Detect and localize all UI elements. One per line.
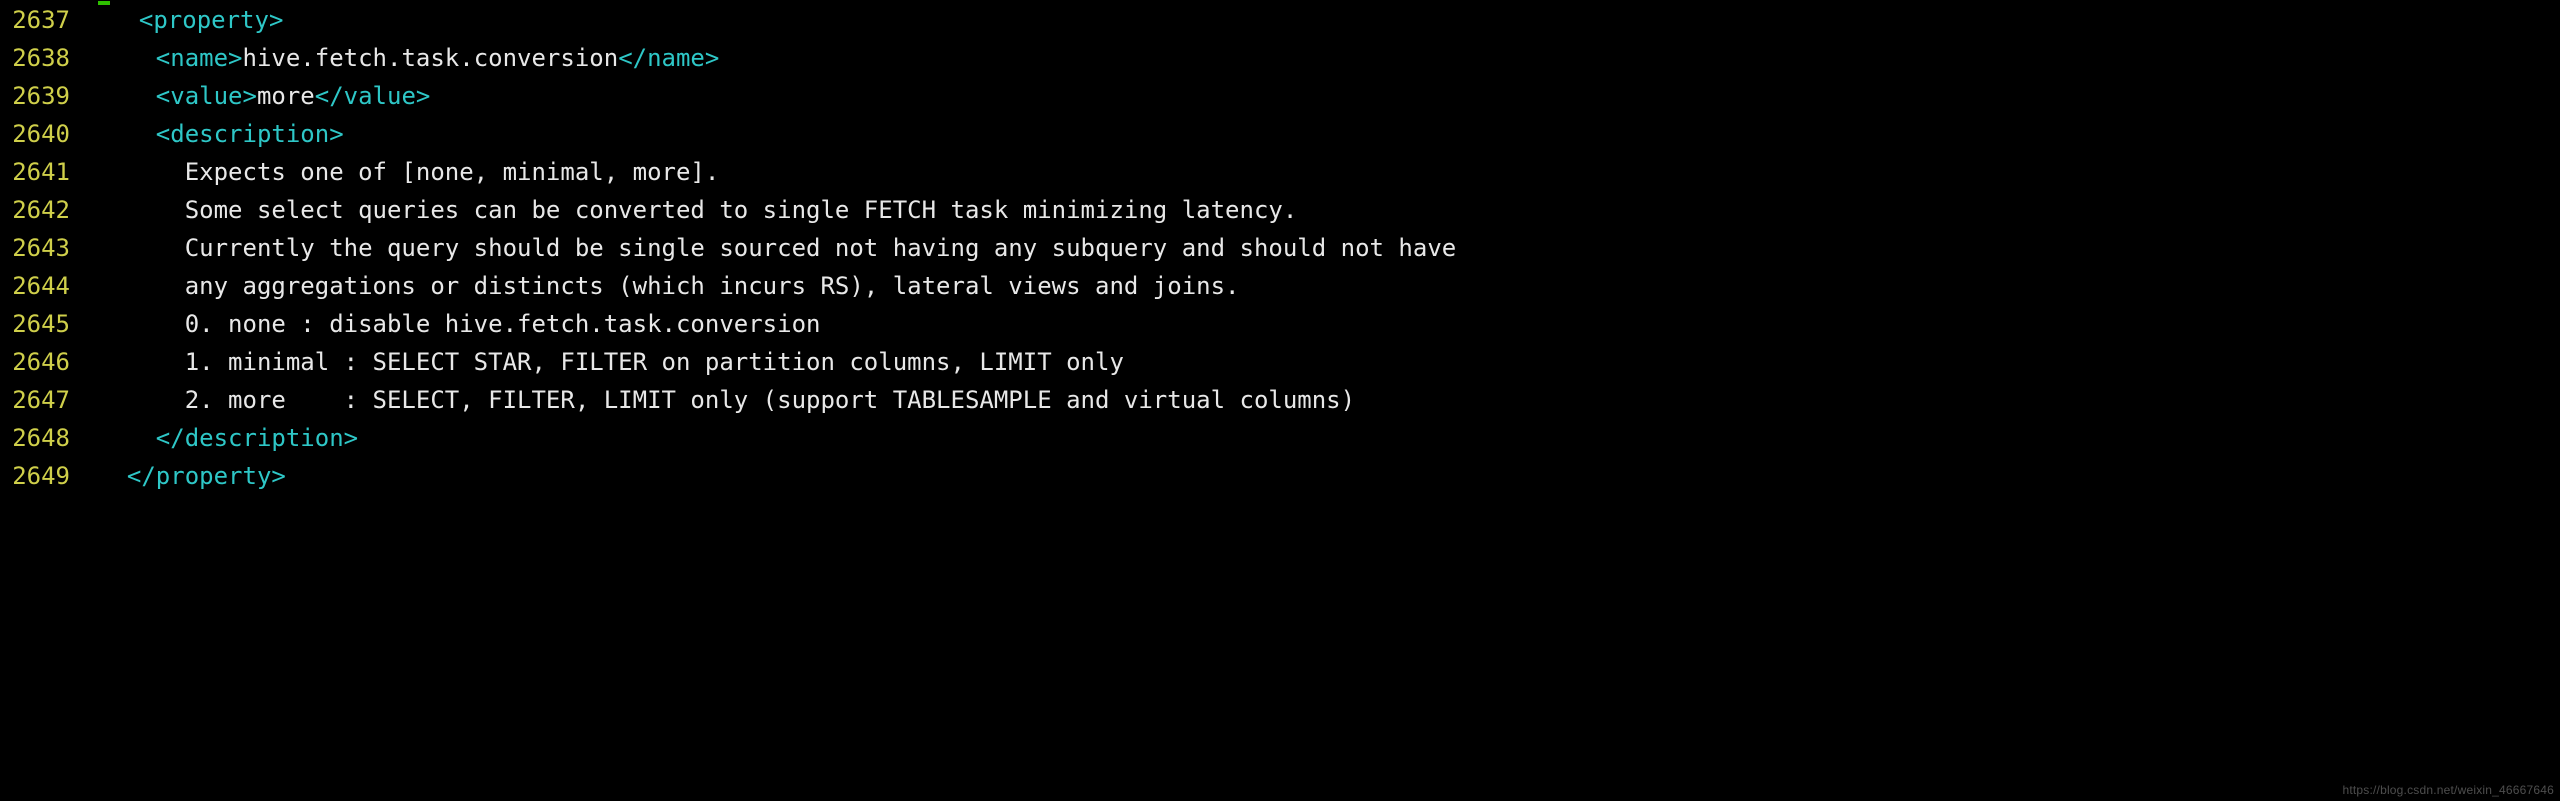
xml-text: any aggregations or distincts (which inc… (98, 272, 1240, 300)
xml-text (98, 120, 156, 148)
xml-text: 2. more : SELECT, FILTER, LIMIT only (su… (98, 386, 1355, 414)
code-content: <name>hive.fetch.task.conversion</name> (98, 39, 719, 77)
code-line: 2637 <property> (0, 1, 2560, 39)
line-number: 2643 (0, 229, 98, 267)
xml-tag: <name> (156, 44, 243, 72)
code-content: <property> (98, 1, 283, 39)
code-editor: 2637 <property>2638 <name>hive.fetch.tas… (0, 0, 2560, 503)
code-line: 2641 Expects one of [none, minimal, more… (0, 153, 2560, 191)
line-number: 2647 (0, 381, 98, 419)
line-number: 2641 (0, 153, 98, 191)
xml-text (110, 6, 139, 34)
code-line: 2645 0. none : disable hive.fetch.task.c… (0, 305, 2560, 343)
xml-tag: </name> (618, 44, 719, 72)
code-line: 2642 Some select queries can be converte… (0, 191, 2560, 229)
line-number: 2637 (0, 1, 98, 39)
xml-tag: <description> (156, 120, 344, 148)
code-content: <description> (98, 115, 344, 153)
line-number: 2642 (0, 191, 98, 229)
code-line: 2638 <name>hive.fetch.task.conversion</n… (0, 39, 2560, 77)
code-content: Currently the query should be single sou… (98, 229, 1456, 267)
code-content: Expects one of [none, minimal, more]. (98, 153, 719, 191)
code-content: any aggregations or distincts (which inc… (98, 267, 1240, 305)
xml-text (98, 424, 156, 452)
code-line: 2649 </property> (0, 457, 2560, 495)
code-line: 2640 <description> (0, 115, 2560, 153)
watermark-text: https://blog.csdn.net/weixin_46667646 (2342, 783, 2554, 797)
xml-text: Expects one of [none, minimal, more]. (98, 158, 719, 186)
xml-text: 1. minimal : SELECT STAR, FILTER on part… (98, 348, 1124, 376)
code-content: Some select queries can be converted to … (98, 191, 1297, 229)
line-number: 2639 (0, 77, 98, 115)
code-line: 2647 2. more : SELECT, FILTER, LIMIT onl… (0, 381, 2560, 419)
line-number: 2648 (0, 419, 98, 457)
xml-text: Some select queries can be converted to … (98, 196, 1297, 224)
line-number: 2646 (0, 343, 98, 381)
cursor-icon (98, 1, 110, 5)
xml-tag: </property> (127, 462, 286, 490)
code-content: 1. minimal : SELECT STAR, FILTER on part… (98, 343, 1124, 381)
code-content: </property> (98, 457, 286, 495)
xml-text: hive.fetch.task.conversion (243, 44, 619, 72)
code-content: 2. more : SELECT, FILTER, LIMIT only (su… (98, 381, 1355, 419)
xml-tag: </value> (315, 82, 431, 110)
code-line: 2646 1. minimal : SELECT STAR, FILTER on… (0, 343, 2560, 381)
code-line: 2643 Currently the query should be singl… (0, 229, 2560, 267)
code-line: 2639 <value>more</value> (0, 77, 2560, 115)
line-number: 2638 (0, 39, 98, 77)
code-content: <value>more</value> (98, 77, 430, 115)
line-number: 2640 (0, 115, 98, 153)
xml-text: 0. none : disable hive.fetch.task.conver… (98, 310, 820, 338)
xml-tag: <property> (139, 6, 284, 34)
xml-tag: </description> (156, 424, 358, 452)
line-number: 2645 (0, 305, 98, 343)
code-line: 2648 </description> (0, 419, 2560, 457)
xml-text (98, 44, 156, 72)
line-number: 2644 (0, 267, 98, 305)
xml-text (98, 82, 156, 110)
code-content: 0. none : disable hive.fetch.task.conver… (98, 305, 820, 343)
xml-text (98, 462, 127, 490)
code-line: 2644 any aggregations or distincts (whic… (0, 267, 2560, 305)
xml-text: more (257, 82, 315, 110)
xml-tag: <value> (156, 82, 257, 110)
xml-text: Currently the query should be single sou… (98, 234, 1456, 262)
code-content: </description> (98, 419, 358, 457)
line-number: 2649 (0, 457, 98, 495)
